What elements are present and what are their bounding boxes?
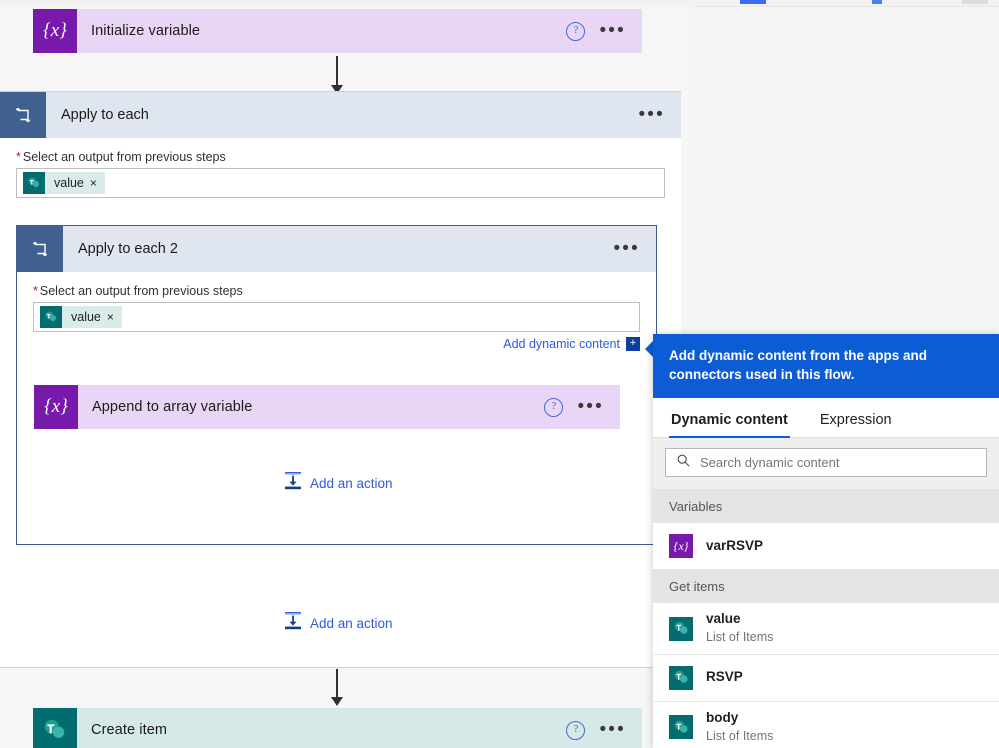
variable-icon: {x} (669, 534, 693, 559)
node-append-to-array-variable[interactable]: {x} Append to array variable ? ••• (34, 385, 620, 429)
field-label-text: Select an output from previous steps (39, 284, 243, 298)
remove-token-icon[interactable]: × (90, 176, 105, 190)
scope-title: Apply to each (61, 107, 149, 123)
screen: {x} Initialize variable ? ••• Apply to e… (0, 0, 999, 748)
scope-actions: ••• (613, 239, 656, 258)
sharepoint-icon (23, 172, 45, 194)
dynamic-content-item-value[interactable]: value List of Items (653, 603, 999, 654)
required-marker: * (16, 150, 21, 164)
field-label-output: * Select an output from previous steps (33, 284, 640, 298)
field-label-output: * Select an output from previous steps (16, 150, 665, 164)
item-name: value (706, 611, 741, 627)
help-icon[interactable]: ? (566, 720, 586, 740)
item-text: body List of Items (706, 710, 773, 745)
scope-body: * Select an output from previous steps v… (17, 284, 656, 351)
flyout-tabs: Dynamic content Expression (653, 398, 999, 439)
item-subtitle: List of Items (706, 728, 774, 743)
variable-glyph: {x} (44, 396, 68, 417)
output-token-input[interactable]: value × (33, 302, 640, 332)
required-marker: * (33, 284, 38, 298)
more-options-icon[interactable]: ••• (599, 720, 626, 739)
node-initialize-variable[interactable]: {x} Initialize variable ? ••• (33, 9, 642, 53)
help-icon[interactable]: ? (544, 397, 564, 417)
output-token-input[interactable]: value × (16, 168, 665, 198)
token-label: value (71, 310, 101, 324)
sharepoint-icon (669, 665, 693, 690)
scope-apply-to-each: Apply to each ••• * Select an output from… (0, 91, 681, 668)
node-actions: ? ••• (566, 21, 642, 41)
dynamic-content-item-rsvp[interactable]: RSVP (653, 653, 999, 701)
search-input[interactable] (691, 454, 986, 472)
variable-icon: {x} (34, 385, 78, 429)
add-an-action-label: Add an action (310, 475, 393, 491)
add-dynamic-content-row: Add dynamic content + (33, 337, 640, 351)
add-an-action-inner-button[interactable]: Add an action (284, 471, 393, 495)
more-options-icon[interactable]: ••• (613, 239, 640, 258)
remove-token-icon[interactable]: × (107, 310, 122, 324)
item-subtitle: List of Items (706, 630, 774, 645)
dynamic-content-tooltip: Add dynamic content from the apps and co… (653, 334, 999, 399)
more-options-icon[interactable]: ••• (599, 21, 626, 40)
group-header-get-items: Get items (653, 569, 999, 604)
node-create-item[interactable]: Create item ? ••• (33, 708, 642, 748)
connector-arrow (331, 56, 343, 94)
add-an-action-label: Add an action (310, 615, 393, 631)
variable-icon: {x} (33, 9, 77, 53)
node-actions: ? ••• (544, 397, 620, 417)
chrome-tab-fragment (740, 0, 766, 4)
item-name: RSVP (706, 669, 743, 685)
scope-header[interactable]: Apply to each 2 ••• (17, 226, 656, 272)
insert-action-icon (284, 611, 302, 635)
item-name: varRSVP (706, 537, 764, 553)
item-text: value List of Items (706, 611, 773, 646)
search-icon (676, 453, 691, 473)
scope-apply-to-each-2: Apply to each 2 ••• * Select an output fr… (16, 225, 657, 545)
dynamic-content-item-body[interactable]: body List of Items (653, 700, 999, 748)
dynamic-token[interactable]: value × (23, 172, 105, 194)
field-label-text: Select an output from previous steps (22, 150, 226, 164)
item-text: RSVP (706, 669, 743, 686)
dynamic-token[interactable]: value × (40, 306, 122, 328)
node-title: Create item (91, 722, 168, 738)
more-options-icon[interactable]: ••• (577, 397, 604, 416)
help-icon[interactable]: ? (566, 21, 586, 41)
loop-icon (0, 92, 46, 138)
dynamic-content-flyout: Add dynamic content from the apps and co… (653, 334, 999, 748)
sharepoint-icon (669, 616, 693, 641)
dynamic-content-item-varrsvp[interactable]: {x} varRSVP (653, 523, 999, 570)
scope-actions: ••• (638, 105, 681, 124)
item-name: body (706, 709, 739, 725)
sharepoint-icon (33, 708, 77, 748)
tab-dynamic-content[interactable]: Dynamic content (669, 398, 790, 439)
add-dynamic-content-plus-icon[interactable]: + (626, 337, 640, 351)
loop-icon (17, 226, 63, 272)
scope-header[interactable]: Apply to each ••• (0, 92, 681, 138)
insert-action-icon (284, 471, 302, 495)
node-actions: ? ••• (566, 720, 642, 740)
sharepoint-icon (40, 306, 62, 328)
item-text: varRSVP (706, 538, 763, 555)
sharepoint-icon (669, 715, 693, 740)
chrome-button-fragment (962, 0, 988, 4)
variable-glyph: {x} (43, 20, 67, 41)
tab-expression[interactable]: Expression (818, 398, 894, 437)
token-label: value (54, 176, 84, 190)
connector-arrow (331, 669, 343, 706)
chrome-icon-fragment (872, 0, 882, 4)
add-an-action-outer-button[interactable]: Add an action (284, 611, 393, 635)
group-header-variables: Variables (653, 489, 999, 524)
more-options-icon[interactable]: ••• (638, 105, 665, 124)
flow-canvas: {x} Initialize variable ? ••• Apply to e… (0, 6, 690, 748)
node-title: Initialize variable (91, 23, 201, 39)
add-dynamic-content-link[interactable]: Add dynamic content (503, 337, 620, 351)
search-box[interactable] (665, 448, 987, 478)
scope-body: * Select an output from previous steps va… (0, 150, 681, 198)
scope-title: Apply to each 2 (78, 241, 178, 257)
search-area (653, 438, 999, 490)
node-title: Append to array variable (92, 399, 253, 415)
variable-glyph: {x} (673, 538, 689, 553)
